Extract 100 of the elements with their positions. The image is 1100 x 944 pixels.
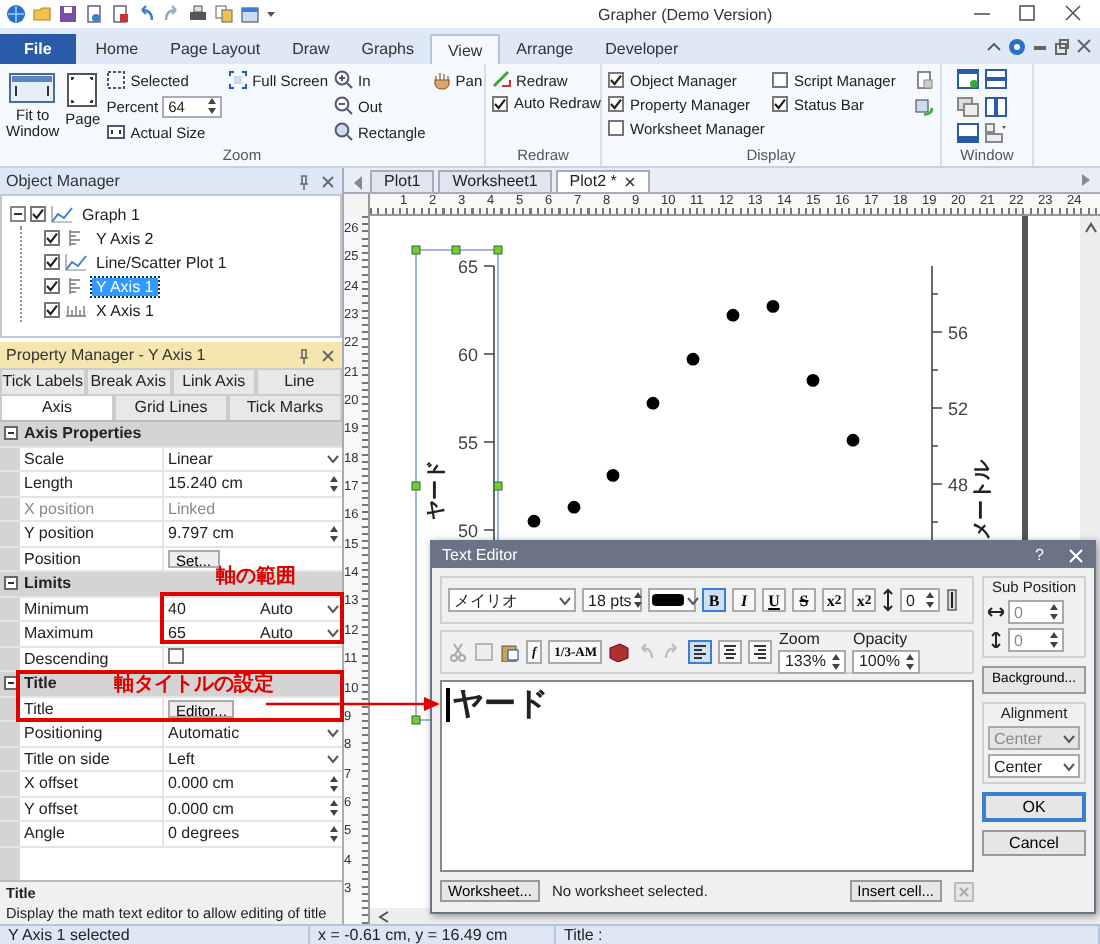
opacity-field[interactable]: 100% bbox=[852, 649, 921, 673]
checkbox[interactable] bbox=[608, 96, 624, 112]
tab[interactable]: Line bbox=[256, 368, 342, 394]
tree-item[interactable]: Y Axis 2 bbox=[92, 229, 158, 247]
help-icon[interactable] bbox=[1008, 37, 1026, 55]
cancel-button[interactable]: Cancel bbox=[982, 830, 1086, 856]
collapse-ribbon-icon[interactable] bbox=[986, 37, 1002, 55]
text-style-button[interactable]: U bbox=[762, 588, 786, 612]
text-style-button[interactable]: S bbox=[792, 588, 816, 612]
document-icon[interactable] bbox=[914, 70, 934, 90]
selection-handle[interactable] bbox=[493, 481, 503, 491]
property-dropdown[interactable]: Auto bbox=[260, 596, 342, 621]
scroll-up-icon[interactable] bbox=[1083, 222, 1097, 234]
window-icon[interactable] bbox=[956, 122, 980, 145]
selection-handle[interactable] bbox=[411, 715, 421, 725]
tab[interactable]: Break Axis bbox=[85, 368, 171, 394]
line-spacing-icon[interactable] bbox=[946, 588, 958, 612]
align-right-button[interactable] bbox=[748, 640, 773, 664]
property-field[interactable]: 65 bbox=[168, 621, 256, 646]
align-left-button[interactable] bbox=[688, 640, 713, 664]
checkbox[interactable] bbox=[44, 302, 60, 318]
close-icon[interactable] bbox=[624, 176, 637, 188]
align-center-button[interactable] bbox=[718, 640, 743, 664]
document-icon[interactable] bbox=[110, 4, 130, 24]
collapse-icon[interactable] bbox=[3, 576, 17, 591]
checkbox[interactable] bbox=[168, 648, 184, 665]
checkbox[interactable] bbox=[30, 206, 46, 222]
section-header[interactable]: Axis Properties bbox=[0, 422, 342, 447]
property-dropdown[interactable]: Auto bbox=[260, 621, 342, 646]
ok-button[interactable]: OK bbox=[982, 792, 1086, 822]
scroll-left-icon[interactable] bbox=[350, 174, 366, 192]
selection-handle[interactable] bbox=[493, 245, 503, 255]
selection-handle[interactable] bbox=[451, 245, 461, 255]
property-field[interactable]: 0 degrees bbox=[168, 821, 342, 846]
cascade-icon[interactable] bbox=[956, 95, 980, 118]
alignment-dropdown[interactable]: Center bbox=[988, 754, 1080, 778]
ribbon-tab[interactable]: Arrange bbox=[500, 34, 590, 64]
ribbon-tab[interactable]: Draw bbox=[276, 34, 346, 64]
text-style-button[interactable]: B bbox=[702, 588, 726, 612]
text-style-button[interactable]: I bbox=[732, 588, 756, 612]
property-field[interactable]: 0.000 cm bbox=[168, 796, 342, 821]
tree-item[interactable]: X Axis 1 bbox=[92, 301, 158, 319]
document-icon[interactable] bbox=[84, 4, 104, 24]
printer-icon[interactable] bbox=[188, 4, 208, 24]
selection-handle[interactable] bbox=[411, 245, 421, 255]
document-tab[interactable]: Worksheet1 bbox=[438, 170, 552, 192]
restore-icon[interactable] bbox=[1054, 37, 1070, 55]
save-icon[interactable] bbox=[58, 4, 78, 24]
tab[interactable]: Grid Lines bbox=[114, 394, 228, 420]
checkbox[interactable] bbox=[772, 72, 788, 88]
tab[interactable]: Tick Marks bbox=[228, 394, 342, 420]
ribbon-tab[interactable]: Page Layout bbox=[154, 34, 277, 64]
help-button[interactable]: ? bbox=[1035, 546, 1044, 564]
arrange-icon[interactable] bbox=[984, 122, 1008, 145]
ribbon-tab[interactable]: View bbox=[429, 34, 501, 64]
selection-handle[interactable] bbox=[411, 481, 421, 491]
copy-icon[interactable] bbox=[214, 4, 234, 24]
collapse-icon[interactable] bbox=[3, 426, 17, 441]
tree-item[interactable]: Line/Scatter Plot 1 bbox=[92, 253, 231, 271]
collapse-icon[interactable] bbox=[10, 206, 26, 222]
scroll-left-icon[interactable] bbox=[378, 909, 390, 923]
pin-icon[interactable] bbox=[296, 347, 312, 363]
checkbox[interactable] bbox=[44, 278, 60, 294]
tab[interactable]: Axis bbox=[0, 394, 114, 420]
checkbox[interactable] bbox=[608, 120, 624, 136]
property-field[interactable]: 9.797 cm bbox=[168, 521, 342, 546]
globe-icon[interactable] bbox=[6, 4, 26, 24]
tree-item[interactable]: Graph 1 bbox=[78, 205, 144, 223]
document-tab[interactable]: Plot1 bbox=[370, 170, 435, 192]
ribbon-tab[interactable]: Developer bbox=[589, 34, 695, 64]
font-dropdown[interactable]: メイリオ bbox=[448, 588, 576, 612]
tab[interactable]: Link Axis bbox=[171, 368, 257, 394]
scroll-right-icon[interactable] bbox=[1080, 172, 1092, 188]
property-field[interactable]: 0.000 cm bbox=[168, 771, 342, 796]
tile-horizontal-icon[interactable] bbox=[984, 68, 1008, 90]
line-spacing-field[interactable]: 0 bbox=[900, 588, 940, 612]
zoom-field[interactable]: 133% bbox=[778, 649, 847, 673]
property-dropdown[interactable]: Left bbox=[168, 746, 342, 771]
ribbon-tab[interactable]: Graphs bbox=[345, 34, 430, 64]
checkbox[interactable] bbox=[608, 72, 624, 88]
property-field[interactable]: 40 bbox=[168, 596, 256, 621]
checkbox[interactable] bbox=[44, 230, 60, 246]
pin-icon[interactable] bbox=[296, 173, 312, 189]
document-tab[interactable]: Plot2 * bbox=[555, 170, 651, 192]
undo-icon[interactable] bbox=[136, 4, 156, 24]
refresh-icon[interactable] bbox=[914, 98, 934, 118]
collapse-icon[interactable] bbox=[3, 676, 17, 691]
text-input[interactable]: ヤード bbox=[440, 680, 974, 872]
ribbon-tab[interactable]: Home bbox=[79, 34, 155, 64]
checkbox[interactable] bbox=[44, 254, 60, 270]
paste-icon[interactable] bbox=[500, 642, 520, 662]
tab[interactable]: Tick Labels bbox=[0, 368, 86, 394]
window-icon[interactable] bbox=[240, 4, 260, 24]
checkbox[interactable] bbox=[492, 95, 508, 111]
file-menu-tab[interactable]: File bbox=[0, 34, 76, 64]
tile-vertical-icon[interactable] bbox=[984, 95, 1008, 118]
property-dropdown[interactable]: Automatic bbox=[168, 721, 342, 746]
checkbox[interactable] bbox=[772, 96, 788, 112]
font-size-field[interactable]: 18 pts bbox=[582, 588, 642, 612]
new-window-icon[interactable] bbox=[956, 68, 980, 90]
